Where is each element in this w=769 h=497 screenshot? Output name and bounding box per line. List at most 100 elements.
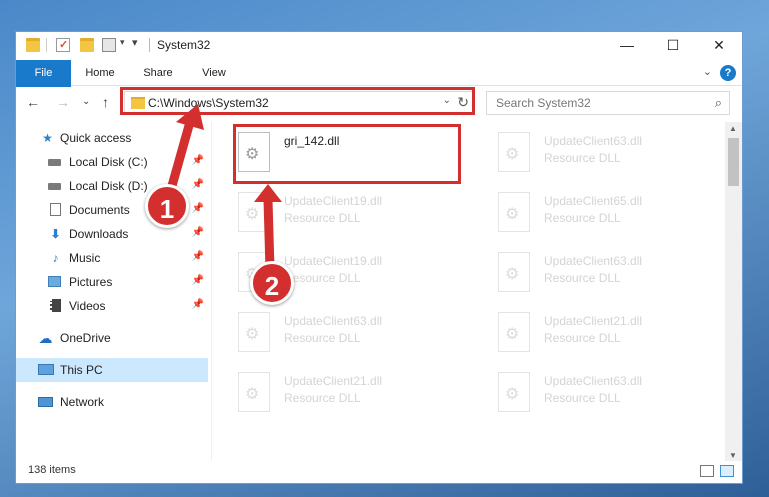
sidebar-item-music[interactable]: ♪ Music 📌	[16, 246, 208, 270]
file-type: Resource DLL	[284, 331, 361, 345]
sidebar-item-label: Videos	[69, 299, 106, 313]
title-bar: ▾ ▾ System32 — ☐ ✕	[16, 32, 742, 60]
pane-divider	[211, 122, 212, 462]
dll-file-icon	[238, 312, 270, 352]
file-type: Resource DLL	[544, 271, 621, 285]
details-view-icon[interactable]	[700, 465, 714, 477]
dll-file-icon	[238, 192, 270, 232]
scroll-up-icon[interactable]: ▲	[729, 124, 737, 133]
file-name: UpdateClient65.dll	[544, 194, 643, 208]
file-item[interactable]: UpdateClient21.dll Resource DLL	[216, 366, 446, 418]
file-name: UpdateClient63.dll	[284, 314, 383, 328]
navigation-pane: ★ Quick access Local Disk (C:) 📌 Local D…	[16, 122, 211, 462]
file-item[interactable]: UpdateClient65.dll Resource DLL	[476, 186, 706, 238]
sidebar-item-label: Local Disk (C:)	[69, 155, 148, 169]
star-icon: ★	[42, 131, 53, 145]
recent-locations-button[interactable]: ⌄	[82, 96, 90, 107]
pictures-icon	[48, 275, 63, 289]
scrollbar-thumb[interactable]	[728, 138, 739, 186]
close-button[interactable]: ✕	[696, 32, 742, 60]
sidebar-item-network[interactable]: Network	[16, 390, 208, 414]
step-badge-2: 2	[250, 261, 294, 305]
help-icon[interactable]: ?	[720, 65, 736, 81]
quick-access-dropdown-icon[interactable]: ▾	[132, 36, 138, 49]
file-type: Resource DLL	[544, 331, 621, 345]
properties-check-icon[interactable]	[56, 38, 70, 52]
file-type: Resource DLL	[284, 271, 361, 285]
file-name: UpdateClient19.dll	[284, 194, 383, 208]
drive-icon	[48, 155, 63, 169]
sidebar-item-label: Documents	[69, 203, 130, 217]
sidebar-item-label: Quick access	[60, 131, 132, 145]
vertical-scrollbar[interactable]: ▲ ▼	[725, 122, 742, 462]
sidebar-item-label: Music	[69, 251, 101, 265]
scroll-down-icon[interactable]: ▼	[729, 451, 737, 460]
sidebar-item-onedrive[interactable]: ☁ OneDrive	[16, 326, 208, 350]
sidebar-item-label: OneDrive	[60, 331, 111, 345]
file-item[interactable]: UpdateClient21.dll Resource DLL	[476, 306, 706, 358]
sidebar-item-pictures[interactable]: Pictures 📌	[16, 270, 208, 294]
pin-icon: 📌	[191, 251, 204, 262]
ribbon-tabs: File Home Share View ⌄ ?	[16, 60, 742, 112]
file-type: Resource DLL	[544, 211, 621, 225]
dll-file-icon	[238, 372, 270, 412]
forward-button[interactable]: →	[56, 94, 70, 110]
downloads-icon: ⬇	[50, 227, 61, 241]
maximize-button[interactable]: ☐	[650, 32, 696, 60]
file-item[interactable]: UpdateClient63.dll Resource DLL	[476, 366, 706, 418]
pin-icon: 📌	[191, 299, 204, 310]
tab-home[interactable]: Home	[78, 60, 122, 86]
sidebar-item-quick-access[interactable]: ★ Quick access	[16, 126, 208, 150]
drive-icon	[48, 179, 63, 193]
up-button[interactable]: ↑	[102, 94, 109, 110]
sidebar-item-label: This PC	[60, 363, 103, 377]
new-folder-icon[interactable]	[80, 38, 94, 52]
file-name: UpdateClient21.dll	[544, 314, 643, 328]
file-highlight-box	[233, 124, 461, 184]
dll-file-icon	[498, 312, 530, 352]
network-icon	[38, 395, 53, 409]
pin-icon: 📌	[191, 203, 204, 214]
sidebar-item-videos[interactable]: Videos 📌	[16, 294, 208, 318]
cloud-icon: ☁	[38, 330, 53, 346]
file-name: UpdateClient21.dll	[284, 374, 383, 388]
pin-icon: 📌	[191, 155, 204, 166]
dll-file-icon	[498, 192, 530, 232]
file-name: UpdateClient63.dll	[544, 374, 643, 388]
large-icons-view-icon[interactable]	[720, 465, 734, 477]
address-highlight-box	[120, 87, 475, 115]
sidebar-item-local-disk-c[interactable]: Local Disk (C:) 📌	[16, 150, 208, 174]
computer-icon	[38, 363, 54, 377]
expand-ribbon-icon[interactable]: ⌄	[703, 65, 712, 78]
dll-file-icon	[498, 252, 530, 292]
search-input[interactable]: Search System32	[496, 96, 591, 110]
step-badge-1: 1	[145, 184, 189, 228]
dll-file-icon	[498, 132, 530, 172]
pin-icon: 📌	[191, 227, 204, 238]
back-button[interactable]: ←	[26, 94, 40, 110]
item-count: 138 items	[28, 464, 76, 476]
search-box[interactable]: Search System32 ⌕	[486, 91, 730, 115]
sidebar-item-this-pc[interactable]: This PC	[16, 358, 208, 382]
folder-icon	[26, 38, 40, 52]
search-icon[interactable]: ⌕	[715, 95, 722, 111]
file-item[interactable]: UpdateClient63.dll Resource DLL	[476, 126, 706, 178]
documents-icon	[48, 203, 63, 217]
status-bar: 138 items	[16, 461, 742, 483]
file-item[interactable]: UpdateClient63.dll Resource DLL	[476, 246, 706, 298]
divider	[46, 38, 47, 52]
pin-icon: 📌	[191, 179, 204, 190]
divider	[149, 38, 150, 52]
file-name: UpdateClient63.dll	[544, 134, 643, 148]
file-type: Resource DLL	[544, 151, 621, 165]
tab-share[interactable]: Share	[136, 60, 180, 86]
file-item[interactable]: UpdateClient19.dll Resource DLL	[216, 186, 446, 238]
sidebar-item-label: Local Disk (D:)	[69, 179, 148, 193]
tab-view[interactable]: View	[194, 60, 234, 86]
pin-icon: 📌	[191, 275, 204, 286]
minimize-button[interactable]: —	[604, 32, 650, 60]
customize-icon[interactable]	[102, 38, 116, 52]
file-item[interactable]: UpdateClient63.dll Resource DLL	[216, 306, 446, 358]
sidebar-item-downloads[interactable]: ⬇ Downloads 📌	[16, 222, 208, 246]
chevron-down-icon[interactable]: ▾	[120, 37, 125, 48]
